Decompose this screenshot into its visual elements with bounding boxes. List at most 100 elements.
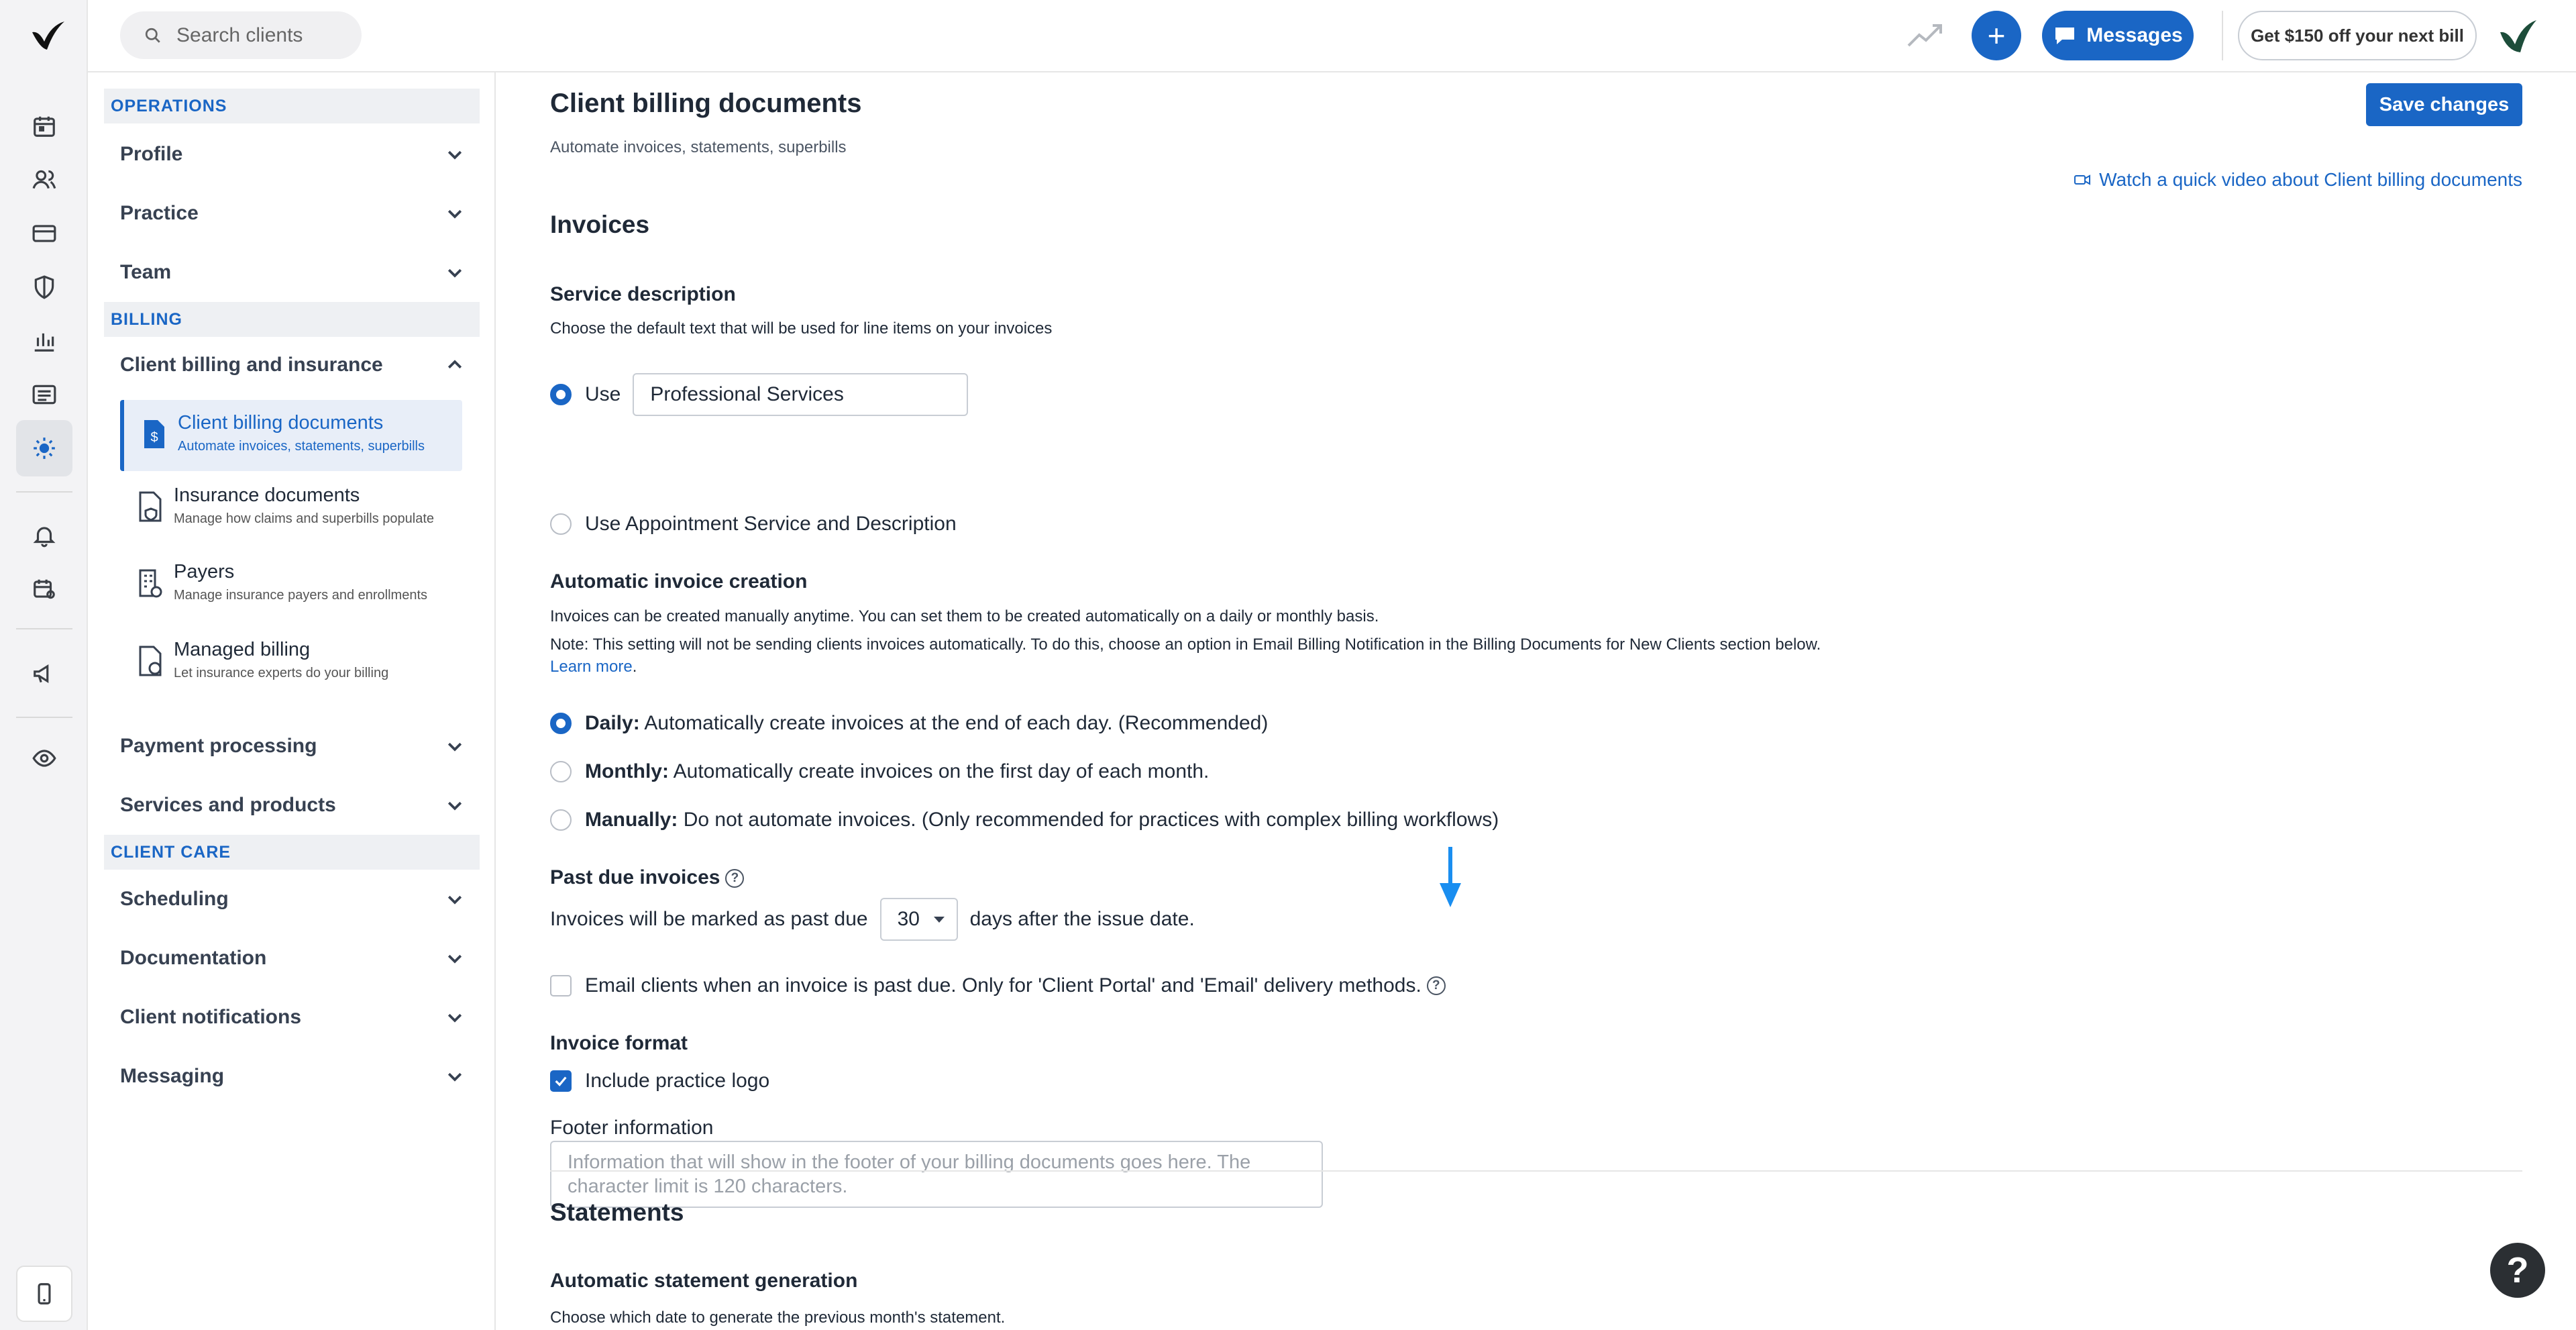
sidebar-item-practice[interactable]: Practice (120, 184, 465, 243)
top-bar: Search clients + Messages Get $150 off y… (88, 0, 2576, 72)
learn-more-period: . (632, 658, 637, 676)
insurance-document-icon (139, 491, 162, 522)
chevron-down-icon (447, 268, 462, 278)
auto-invoice-line1: Invoices can be created manually anytime… (550, 607, 1379, 625)
chevron-up-icon (447, 360, 462, 369)
option-text: Automatically create invoices on the fir… (668, 760, 1210, 782)
sub-item-title: Client billing documents (178, 412, 384, 433)
chevron-down-icon (447, 1013, 462, 1023)
managed-billing-icon (139, 646, 162, 676)
sidebar-item-label: Practice (120, 202, 199, 224)
past-due-days-value: 30 (897, 908, 920, 930)
reports-chart-icon[interactable] (16, 313, 72, 369)
invoice-manual-radio[interactable] (550, 809, 572, 831)
help-button[interactable]: ? (2490, 1243, 2545, 1298)
sidebar-item-label: Client billing and insurance (120, 354, 383, 376)
invoice-monthly-radio[interactable] (550, 761, 572, 782)
icon-rail (0, 0, 88, 1330)
auto-statement-heading: Automatic statement generation (550, 1270, 858, 1292)
checkmark-icon (555, 1076, 567, 1086)
marketing-megaphone-icon[interactable] (16, 646, 72, 702)
chevron-down-icon (447, 742, 462, 752)
sidebar-item-profile[interactable]: Profile (120, 125, 465, 184)
sidebar-item-label: Payment processing (120, 735, 317, 757)
sub-item-title: Managed billing (174, 639, 311, 660)
sub-item-desc: Manage insurance payers and enrollments (174, 588, 427, 603)
sidebar-item-scheduling[interactable]: Scheduling (120, 870, 465, 929)
sidebar-item-payment-processing[interactable]: Payment processing (120, 717, 465, 776)
past-due-email-option[interactable]: Email clients when an invoice is past du… (550, 974, 1446, 997)
service-appointment-radio[interactable] (550, 513, 572, 535)
add-button[interactable]: + (1972, 11, 2021, 60)
visibility-eye-icon[interactable] (16, 730, 72, 786)
section-client-care: CLIENT CARE (104, 835, 480, 870)
sidebar-item-label: Services and products (120, 794, 336, 816)
chevron-down-icon (447, 1072, 462, 1082)
app-logo-icon[interactable] (27, 19, 67, 54)
invoice-monthly-option[interactable]: Monthly: Automatically create invoices o… (550, 760, 1209, 783)
rail-divider (16, 628, 72, 629)
invoice-format-heading: Invoice format (550, 1032, 688, 1054)
sub-item-desc: Let insurance experts do your billing (174, 666, 389, 680)
past-due-email-checkbox[interactable] (550, 975, 572, 996)
include-logo-checkbox[interactable] (550, 1070, 572, 1092)
option-bold-label: Manually: (585, 809, 678, 831)
billing-card-icon[interactable] (16, 205, 72, 262)
search-input[interactable]: Search clients (120, 11, 362, 59)
service-appointment-option[interactable]: Use Appointment Service and Description (550, 513, 957, 535)
help-icon[interactable]: ? (725, 869, 745, 888)
notifications-bell-icon[interactable] (16, 507, 72, 564)
mobile-app-icon[interactable] (16, 1266, 72, 1322)
calendar-icon[interactable] (16, 98, 72, 154)
sidebar-item-documentation[interactable]: Documentation (120, 929, 465, 988)
messages-label: Messages (2086, 24, 2183, 46)
account-avatar-icon[interactable] (2498, 17, 2538, 55)
option-bold-label: Daily: (585, 712, 640, 734)
past-due-days-select[interactable]: 30 (879, 898, 958, 941)
chevron-down-icon (447, 209, 462, 219)
sub-item-desc: Automate invoices, statements, superbill… (178, 439, 425, 454)
sidebar-item-messaging[interactable]: Messaging (120, 1047, 465, 1106)
section-billing: BILLING (104, 302, 480, 337)
caret-down-icon (933, 916, 945, 923)
watch-video-link[interactable]: Watch a quick video about Client billing… (2074, 169, 2522, 191)
sidebar-item-services-and-products[interactable]: Services and products (120, 776, 465, 835)
statements-heading: Statements (550, 1198, 684, 1226)
sidebar-item-label: Messaging (120, 1065, 225, 1087)
promo-button[interactable]: Get $150 off your next bill (2238, 11, 2477, 60)
clients-icon[interactable] (16, 152, 72, 208)
save-changes-button[interactable]: Save changes (2366, 83, 2522, 126)
sidebar-item-client-notifications[interactable]: Client notifications (120, 988, 465, 1047)
sidebar-item-team[interactable]: Team (120, 243, 465, 302)
sidebar-item-client-billing-and-insurance[interactable]: Client billing and insurance (120, 336, 465, 395)
footer-info-textarea[interactable]: Information that will show in the footer… (550, 1141, 1323, 1208)
insurance-shield-icon[interactable] (16, 259, 72, 315)
include-logo-option[interactable]: Include practice logo (550, 1070, 769, 1092)
invoice-manual-option[interactable]: Manually: Do not automate invoices. (Onl… (550, 809, 1499, 831)
trend-chart-icon[interactable] (1906, 19, 1943, 51)
messages-button[interactable]: Messages (2042, 11, 2194, 60)
past-due-suffix: days after the issue date. (969, 908, 1195, 930)
service-use-option[interactable]: Use Professional Services (550, 373, 969, 416)
sub-item-payers[interactable]: Payers Manage insurance payers and enrol… (120, 549, 462, 621)
settings-gear-icon[interactable] (16, 420, 72, 476)
service-use-label: Use (585, 383, 621, 405)
list-icon[interactable] (16, 366, 72, 423)
invoice-daily-radio[interactable] (550, 713, 572, 734)
help-icon[interactable]: ? (1426, 976, 1446, 995)
video-camera-icon (2074, 174, 2091, 185)
payers-building-icon (139, 569, 162, 598)
learn-more-link[interactable]: Learn more (550, 658, 633, 676)
past-due-email-label: Email clients when an invoice is past du… (585, 974, 1421, 996)
past-due-prefix: Invoices will be marked as past due (550, 908, 868, 930)
sub-item-client-billing-documents[interactable]: $ Client billing documents Automate invo… (120, 400, 462, 471)
sub-item-managed-billing[interactable]: Managed billing Let insurance experts do… (120, 627, 462, 699)
sub-item-insurance-documents[interactable]: Insurance documents Manage how claims an… (120, 472, 462, 546)
page-title: Client billing documents (550, 89, 862, 118)
service-description-input[interactable]: Professional Services (633, 373, 969, 416)
option-bold-label: Monthly: (585, 760, 669, 782)
calendar-settings-icon[interactable] (16, 561, 72, 617)
service-use-radio[interactable] (550, 384, 572, 405)
invoice-daily-option[interactable]: Daily: Automatically create invoices at … (550, 712, 1268, 735)
chevron-down-icon (447, 150, 462, 160)
